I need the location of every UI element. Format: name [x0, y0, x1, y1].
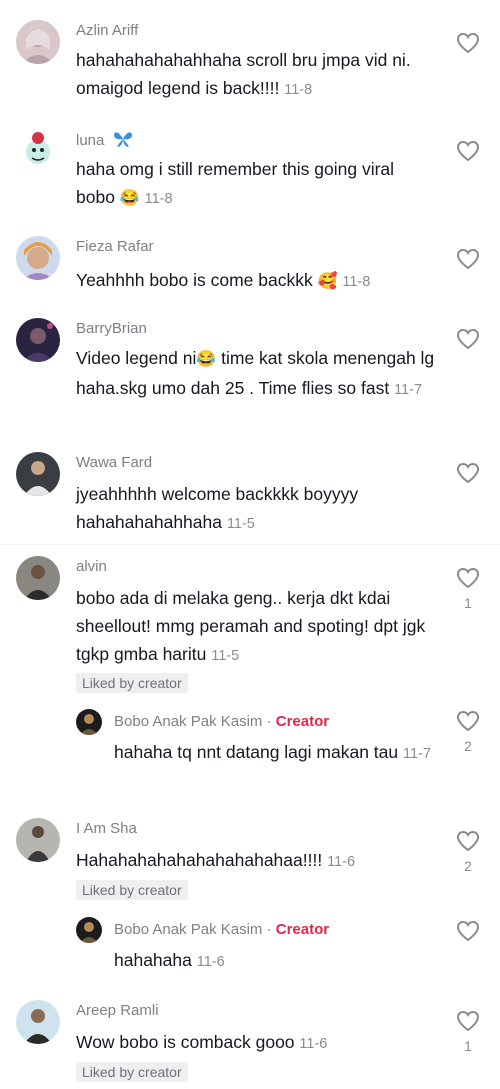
comment-date: 11-6: [299, 1036, 328, 1052]
comment-text: Yeahhhh bobo is come backkk 🥰 11-8: [76, 266, 436, 296]
liked-by-creator-badge: Liked by creator: [76, 673, 188, 693]
comment-date: 11-8: [144, 191, 173, 207]
comment-username[interactable]: Azlin Ariff: [76, 22, 138, 39]
laughing-emoji: 😂: [119, 190, 140, 207]
like-button[interactable]: 1: [455, 567, 481, 611]
comment-username[interactable]: luna: [76, 130, 133, 149]
separator: ·: [262, 921, 276, 938]
comment-text: Wow bobo is comback gooo 11-6: [76, 1028, 436, 1058]
comment-date: 11-5: [211, 648, 240, 664]
comment-text: Hahahahahahahahahahahaa!!!! 11-6: [76, 846, 436, 876]
like-button[interactable]: [455, 140, 481, 162]
username-text: luna: [76, 132, 105, 149]
heart-outline-icon: [456, 1010, 480, 1032]
comment-text: hahahaha 11-6: [114, 946, 434, 976]
avatar[interactable]: [16, 128, 60, 172]
heart-outline-icon: [456, 830, 480, 852]
comment-date: 11-7: [394, 382, 423, 398]
liked-by-creator-badge: Liked by creator: [76, 1062, 188, 1082]
butterfly-icon: [113, 132, 132, 147]
comment-date: 11-7: [403, 746, 431, 762]
comment-username[interactable]: Areep Ramli: [76, 1002, 159, 1019]
avatar[interactable]: [16, 236, 60, 280]
username-text: Bobo Anak Pak Kasim: [114, 921, 263, 938]
like-count: 1: [464, 595, 472, 611]
smiling-hearts-emoji: 🥰: [317, 273, 338, 290]
comment-body: hahahaha: [114, 950, 192, 970]
comment-text: haha omg i still remember this going vir…: [76, 155, 436, 213]
avatar[interactable]: [16, 556, 60, 600]
creator-label: Creator: [275, 713, 330, 730]
comment-username[interactable]: Bobo Anak Pak Kasim · Creator: [114, 713, 329, 730]
comment-username[interactable]: alvin: [76, 558, 107, 575]
comment-username[interactable]: BarryBrian: [76, 320, 147, 337]
like-button[interactable]: [455, 920, 481, 942]
avatar[interactable]: [16, 20, 60, 64]
like-button[interactable]: 2: [455, 830, 481, 874]
comment-username[interactable]: I Am Sha: [76, 820, 137, 837]
comment-username[interactable]: Wawa Fard: [76, 454, 152, 471]
comment-text: hahahahahahahhaha scroll bru jmpa vid ni…: [76, 46, 436, 104]
like-button[interactable]: [455, 32, 481, 54]
heart-outline-icon: [456, 328, 480, 350]
like-count: 1: [464, 1038, 472, 1054]
like-button[interactable]: [455, 462, 481, 484]
avatar[interactable]: [16, 318, 60, 362]
comment-date: 11-8: [284, 82, 313, 98]
comment-body: Wow bobo is comback gooo: [76, 1032, 295, 1052]
like-button[interactable]: [455, 328, 481, 350]
avatar[interactable]: [16, 452, 60, 496]
avatar[interactable]: [16, 1000, 60, 1044]
creator-label: Creator: [275, 921, 330, 938]
username-text: Bobo Anak Pak Kasim: [114, 713, 263, 730]
comment-body: hahahahahahahhaha scroll bru jmpa vid ni…: [76, 50, 411, 98]
divider: [0, 544, 500, 545]
comment-body: jyeahhhhh welcome backkkk boyyyy hahahah…: [76, 484, 359, 532]
comment-date: 11-6: [196, 954, 225, 970]
like-count: 2: [464, 858, 472, 874]
separator: ·: [262, 713, 276, 730]
liked-by-creator-badge: Liked by creator: [76, 880, 188, 900]
heart-outline-icon: [456, 710, 480, 732]
creator-avatar[interactable]: [76, 709, 102, 735]
comment-username[interactable]: Bobo Anak Pak Kasim · Creator: [114, 921, 329, 938]
heart-outline-icon: [456, 248, 480, 270]
creator-avatar[interactable]: [76, 917, 102, 943]
avatar[interactable]: [16, 818, 60, 862]
comment-body: bobo ada di melaka geng.. kerja dkt kdai…: [76, 588, 426, 664]
like-button[interactable]: [455, 248, 481, 270]
comment-date: 11-8: [342, 274, 371, 290]
comment-text: hahaha tq nnt datang lagi makan tau 11-7: [114, 738, 434, 768]
comment-body: Hahahahahahahahahahahaa!!!!: [76, 850, 323, 870]
comment-text: bobo ada di melaka geng.. kerja dkt kdai…: [76, 584, 436, 670]
heart-outline-icon: [456, 140, 480, 162]
heart-outline-icon: [456, 32, 480, 54]
comment-username[interactable]: Fieza Rafar: [76, 238, 154, 255]
comment-text: jyeahhhhh welcome backkkk boyyyy hahahah…: [76, 480, 436, 538]
comment-body-a: Video legend ni: [76, 348, 197, 368]
comment-date: 11-6: [327, 854, 356, 870]
comment-text: Video legend ni😂 time kat skola menengah…: [76, 344, 436, 404]
heart-outline-icon: [456, 567, 480, 589]
laughing-emoji: 😂: [196, 351, 217, 368]
like-button[interactable]: 1: [455, 1010, 481, 1054]
like-count: 2: [464, 738, 472, 754]
like-button[interactable]: 2: [455, 710, 481, 754]
heart-outline-icon: [456, 462, 480, 484]
heart-outline-icon: [456, 920, 480, 942]
comment-date: 11-5: [226, 516, 255, 532]
comment-body: hahaha tq nnt datang lagi makan tau: [114, 742, 399, 762]
comment-body: Yeahhhh bobo is come backkk: [76, 270, 313, 290]
